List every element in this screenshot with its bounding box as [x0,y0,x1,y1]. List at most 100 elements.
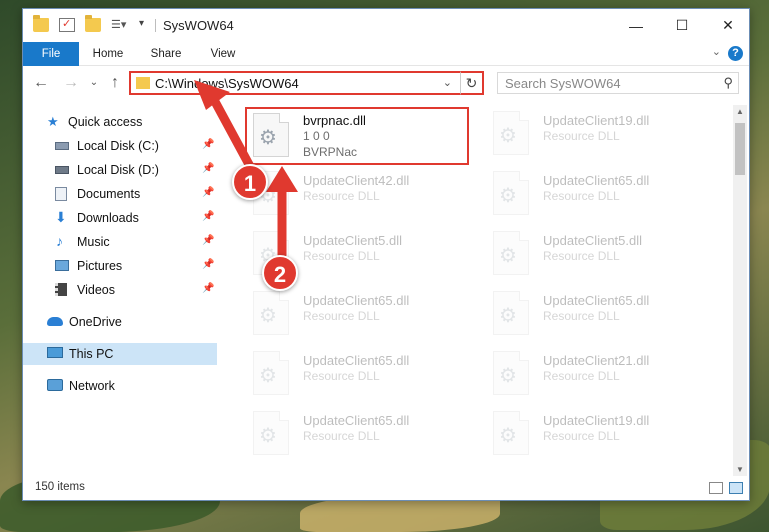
sidebar-item-label: This PC [69,347,114,361]
window-title: SysWOW64 [163,18,234,33]
vertical-scrollbar[interactable]: ▲ ▼ [733,105,747,477]
tab-file[interactable]: File [23,42,79,66]
sidebar-item-downloads[interactable]: ⬇ Downloads 📌 [23,207,217,229]
scroll-down-icon[interactable]: ▼ [733,463,747,477]
pictures-icon [55,260,69,271]
gear-icon: ⚙ [259,127,277,149]
file-item[interactable]: ⚙ UpdateClient19.dll Resource DLL [483,109,713,161]
file-description: Resource DLL [303,249,380,263]
pin-icon: 📌 [202,187,215,198]
sidebar-item-local-disk-c[interactable]: Local Disk (C:) 📌 [23,135,217,157]
new-folder-icon[interactable] [85,15,101,32]
sidebar-item-network[interactable]: Network [23,375,217,397]
address-path: C:\Windows\SysWOW64 [155,76,299,91]
explorer-window: ✓ ☰▾ ▾ SysWOW64 — ☐ ✕ File Home Share Vi… [22,8,750,501]
file-name: UpdateClient19.dll [543,113,650,128]
file-item[interactable]: ⚙ UpdateClient5.dll Resource DLL [483,229,713,281]
sidebar-item-label: Downloads [77,211,139,225]
folder-icon [33,15,49,32]
item-count: 150 items [35,481,85,493]
music-icon: ♪ [56,233,63,249]
file-item[interactable]: ⚙ UpdateClient42.dll Resource DLL [243,169,473,221]
details-view-icon[interactable] [709,482,723,494]
file-description: Resource DLL [303,309,380,323]
sidebar-item-label: Local Disk (C:) [77,139,159,153]
gear-icon: ⚙ [499,245,517,267]
tab-home[interactable]: Home [83,42,133,66]
scroll-thumb[interactable] [735,123,745,175]
tab-view[interactable]: View [198,42,248,66]
gear-icon: ⚙ [499,185,517,207]
tiles-view-icon[interactable] [729,482,743,494]
recent-locations-button[interactable]: ⌄ [87,73,101,93]
navigation-pane: ★ Quick access Local Disk (C:) 📌 Local D… [23,105,217,475]
sidebar-item-this-pc[interactable]: This PC [23,343,217,365]
file-name: UpdateClient21.dll [543,353,650,368]
file-description: BVRPNac [303,145,358,159]
customize-toolbar-icon[interactable]: ☰▾ [111,18,137,32]
file-item-bvrpnac[interactable]: ⚙ bvrpnac.dll 1 0 0 BVRPNac [245,107,469,165]
gear-icon: ⚙ [499,125,517,147]
sidebar-item-label: Quick access [68,115,143,129]
sidebar-item-quick-access[interactable]: ★ Quick access [23,111,217,133]
search-placeholder: Search SysWOW64 [505,76,621,91]
file-name: UpdateClient65.dll [543,293,650,308]
sidebar-item-label: Documents [77,187,141,201]
sidebar-item-local-disk-d[interactable]: Local Disk (D:) 📌 [23,159,217,181]
file-item[interactable]: ⚙ UpdateClient65.dll Resource DLL [483,169,713,221]
pin-icon: 📌 [202,235,215,246]
gear-icon: ⚙ [499,425,517,447]
network-icon [47,379,63,391]
sidebar-item-documents[interactable]: Documents 📌 [23,183,217,205]
address-bar[interactable]: C:\Windows\SysWOW64 ⌄ [129,71,484,95]
file-item[interactable]: ⚙ UpdateClient65.dll Resource DLL [483,289,713,341]
search-icon: ⚲ [723,75,733,90]
tab-share[interactable]: Share [141,42,191,66]
file-item[interactable]: ⚙ UpdateClient65.dll Resource DLL [243,289,473,341]
sidebar-item-pictures[interactable]: Pictures 📌 [23,255,217,277]
dropdown-icon[interactable]: ▾ [139,18,155,32]
navigation-bar: ← → ⌄ ↑ C:\Windows\SysWOW64 ⌄ ↻ Search S… [23,67,749,101]
step-badge-1: 1 [232,164,268,200]
close-button[interactable]: ✕ [705,9,751,42]
sidebar-item-videos[interactable]: Videos 📌 [23,279,217,301]
gear-icon: ⚙ [499,365,517,387]
gear-icon: ⚙ [499,305,517,327]
refresh-button[interactable]: ↻ [460,71,484,95]
file-item[interactable]: ⚙ UpdateClient65.dll Resource DLL [243,349,473,401]
gear-icon: ⚙ [259,365,277,387]
address-dropdown-icon[interactable]: ⌄ [443,76,452,89]
back-button[interactable]: ← [31,73,51,93]
pin-icon: 📌 [202,211,215,222]
file-item[interactable]: ⚙ UpdateClient65.dll Resource DLL [243,409,473,461]
minimize-button[interactable]: — [613,9,659,42]
search-input[interactable]: Search SysWOW64 ⚲ [497,72,739,94]
forward-button[interactable]: → [61,73,81,93]
maximize-button[interactable]: ☐ [659,9,705,42]
up-button[interactable]: ↑ [105,73,125,93]
file-name: UpdateClient65.dll [543,173,650,188]
file-item[interactable]: ⚙ UpdateClient21.dll Resource DLL [483,349,713,401]
ribbon-tabs: File Home Share View ⌄ ? [23,42,749,66]
file-version: 1 0 0 [303,129,330,143]
properties-icon[interactable]: ✓ [59,18,75,32]
expand-ribbon-icon[interactable]: ⌄ [712,45,721,58]
folder-icon [136,77,150,89]
file-item[interactable]: ⚙ UpdateClient19.dll Resource DLL [483,409,713,461]
star-icon: ★ [47,114,59,129]
title-bar: ✓ ☰▾ ▾ SysWOW64 — ☐ ✕ [23,9,749,42]
file-description: Resource DLL [543,369,620,383]
sidebar-item-music[interactable]: ♪ Music 📌 [23,231,217,253]
computer-icon [47,347,63,358]
sidebar-item-onedrive[interactable]: OneDrive [23,311,217,333]
sidebar-item-label: Music [77,235,110,249]
scroll-up-icon[interactable]: ▲ [733,105,747,119]
download-icon: ⬇ [55,209,67,225]
pin-icon: 📌 [202,283,215,294]
help-button[interactable]: ? [728,46,743,61]
sidebar-item-label: Local Disk (D:) [77,163,159,177]
file-description: Resource DLL [543,129,620,143]
drive-icon [55,142,69,150]
videos-icon [55,283,67,296]
pin-icon: 📌 [202,163,215,174]
